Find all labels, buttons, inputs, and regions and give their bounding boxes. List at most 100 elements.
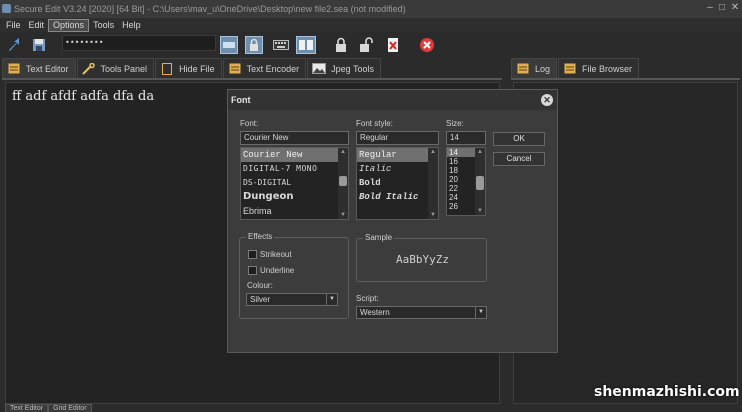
font-list-item[interactable]: DS-DIGITAL — [241, 176, 348, 190]
unlock-icon[interactable] — [358, 36, 376, 54]
tab-label: File Browser — [582, 63, 633, 74]
tab-text-editor[interactable]: Text Editor — [2, 58, 76, 78]
font-label: Font: — [240, 119, 259, 128]
font-style-item[interactable]: Bold Italic — [357, 190, 438, 204]
strikeout-checkbox[interactable] — [248, 250, 257, 259]
notepad-icon — [228, 63, 242, 75]
font-style-item[interactable]: Regular — [357, 148, 438, 162]
colour-value: Silver — [250, 295, 271, 304]
tab-jpeg-tools[interactable]: Jpeg Tools — [307, 58, 381, 78]
tools-icon — [81, 62, 96, 75]
menu-file[interactable]: File — [2, 19, 25, 32]
font-size-scrollbar[interactable]: ▲ ▼ — [475, 148, 485, 215]
font-list-item[interactable]: Ebrima — [241, 204, 348, 218]
minimize-button[interactable]: – — [704, 2, 716, 14]
tab-hide-file[interactable]: Hide File — [155, 58, 222, 78]
strikeout-label: Strikeout — [260, 250, 292, 259]
tab-label: Text Editor — [26, 63, 69, 74]
dialog-close-button[interactable]: ✕ — [541, 94, 553, 106]
view-mode-icon[interactable] — [220, 36, 238, 54]
font-style-input[interactable]: Regular — [356, 131, 439, 145]
underline-checkbox[interactable] — [248, 266, 257, 275]
left-tab-bar: Text Editor Tools Panel Hide File Text E… — [2, 58, 382, 78]
notepad-icon — [516, 63, 530, 75]
scroll-down-icon[interactable]: ▼ — [475, 207, 485, 215]
colour-select[interactable]: Silver ▼ — [246, 293, 338, 306]
effects-group: Effects Strikeout Underline Colour: Silv… — [239, 232, 349, 319]
dialog-title: Font — [228, 90, 557, 110]
tab-label: Hide File — [179, 63, 215, 74]
font-list-item[interactable]: Dungeon — [241, 190, 348, 204]
font-dialog: Font ✕ Font: Courier New Courier New DIG… — [227, 89, 558, 353]
scroll-up-icon[interactable]: ▲ — [428, 148, 438, 156]
font-list-item[interactable]: DIGITAL-7 MONO — [241, 162, 348, 176]
font-name-input[interactable]: Courier New — [240, 131, 349, 145]
scroll-up-icon[interactable]: ▲ — [338, 148, 348, 156]
save-icon[interactable] — [30, 36, 48, 54]
ok-button[interactable]: OK — [493, 132, 545, 146]
script-label: Script: — [356, 294, 379, 303]
keyboard-icon[interactable] — [272, 36, 290, 54]
font-style-item[interactable]: Bold — [357, 176, 438, 190]
colour-label: Colour: — [247, 281, 273, 290]
scroll-down-icon[interactable]: ▼ — [428, 211, 438, 219]
tab-label: Text Encoder — [246, 63, 300, 74]
chevron-down-icon[interactable]: ▼ — [326, 294, 337, 305]
size-label: Size: — [446, 119, 464, 128]
open-arrow-icon[interactable] — [5, 36, 23, 54]
script-select[interactable]: Western ▼ — [356, 306, 487, 319]
menu-bar: File Edit Options Tools Help — [0, 18, 742, 32]
effects-label: Effects — [246, 232, 275, 241]
bottom-tab-text-editor[interactable]: Text Editor — [5, 404, 49, 412]
notepad-icon — [563, 63, 577, 75]
font-list-scrollbar[interactable]: ▲ ▼ — [338, 148, 348, 219]
font-style-list[interactable]: Regular Italic Bold Bold Italic ▲ ▼ — [356, 147, 439, 220]
tab-label: Log — [535, 63, 551, 74]
font-list[interactable]: Courier New DIGITAL-7 MONO DS-DIGITAL Du… — [240, 147, 349, 220]
scroll-up-icon[interactable]: ▲ — [475, 148, 485, 156]
font-list-item[interactable]: Courier New — [241, 148, 348, 162]
tab-underline — [2, 78, 502, 80]
cancel-button[interactable]: Cancel — [493, 152, 545, 166]
scroll-down-icon[interactable]: ▼ — [338, 211, 348, 219]
tab-underline — [511, 78, 740, 80]
menu-options[interactable]: Options — [48, 18, 90, 32]
sample-group: Sample AaBbYyZz — [356, 233, 487, 282]
maximize-button[interactable]: □ — [716, 2, 728, 14]
stop-icon[interactable] — [418, 36, 436, 54]
image-icon — [312, 63, 327, 75]
tab-log[interactable]: Log — [511, 58, 558, 78]
bottom-tab-grid-editor[interactable]: Grid Editor — [48, 404, 92, 412]
font-size-input[interactable]: 14 — [446, 131, 486, 145]
scroll-thumb[interactable] — [339, 176, 347, 186]
delete-file-icon[interactable] — [384, 36, 402, 54]
file-icon — [160, 62, 174, 75]
tab-file-browser[interactable]: File Browser — [558, 58, 640, 78]
tab-tools-panel[interactable]: Tools Panel — [76, 58, 155, 78]
font-style-label: Font style: — [356, 119, 393, 128]
menu-edit[interactable]: Edit — [25, 19, 49, 32]
lock-view-icon[interactable] — [245, 36, 263, 54]
password-input[interactable]: •••••••• — [62, 35, 216, 51]
menu-help[interactable]: Help — [118, 19, 145, 32]
tab-label: Tools Panel — [100, 63, 148, 74]
editor-content[interactable]: ff adf afdf adfa dfa da — [12, 89, 154, 104]
scroll-thumb[interactable] — [476, 176, 484, 190]
close-window-button[interactable]: ✕ — [729, 2, 741, 14]
tab-text-encoder[interactable]: Text Encoder — [222, 58, 307, 78]
lock-icon[interactable] — [332, 36, 350, 54]
menu-tools[interactable]: Tools — [89, 19, 118, 32]
sample-preview: AaBbYyZz — [396, 253, 449, 266]
chevron-down-icon[interactable]: ▼ — [475, 307, 486, 318]
tab-label: Jpeg Tools — [331, 63, 374, 74]
font-style-item[interactable]: Italic — [357, 162, 438, 176]
font-style-scrollbar[interactable]: ▲ ▼ — [428, 148, 438, 219]
script-value: Western — [360, 308, 390, 317]
font-size-list[interactable]: 14 16 18 20 22 24 26 ▲ ▼ — [446, 147, 486, 216]
underline-label: Underline — [260, 266, 295, 275]
watermark: shenmazhishi.com — [594, 384, 740, 400]
bottom-tab-bar: Text Editor Grid Editor — [5, 404, 92, 412]
title-bar: Secure Edit V3.24 [2020] [64 Bit] - C:\U… — [0, 0, 742, 18]
window-title: Secure Edit V3.24 [2020] [64 Bit] - C:\U… — [14, 4, 406, 14]
book-icon[interactable] — [296, 36, 316, 54]
